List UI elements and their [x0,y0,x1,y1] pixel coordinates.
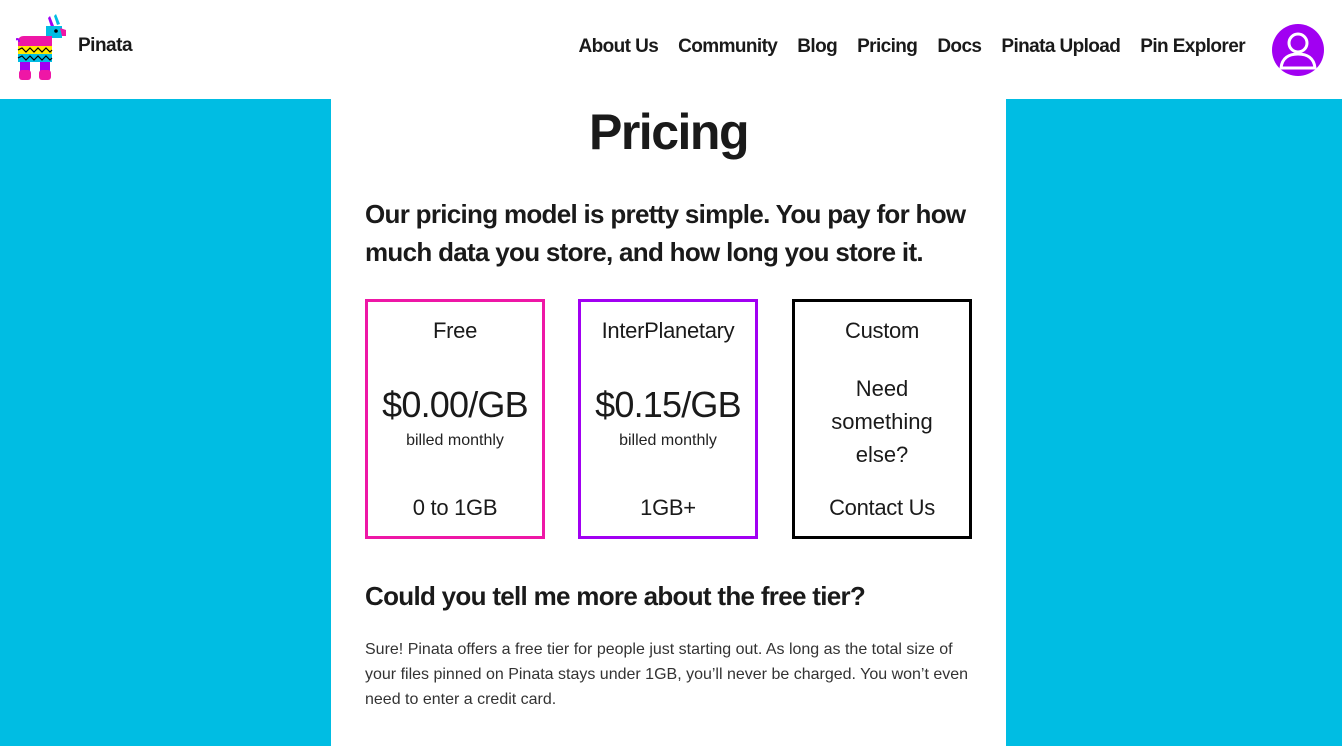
plan-price: $0.15/GB [595,384,742,425]
pricing-content: Pricing Our pricing model is pretty simp… [331,99,1006,746]
plan-card-custom: Custom Need something else? Contact Us [792,299,972,539]
pinata-llama-icon [16,14,66,80]
nav-community[interactable]: Community [678,36,778,58]
nav-docs[interactable]: Docs [937,36,982,58]
nav-pin-explorer[interactable]: Pin Explorer [1140,36,1245,58]
plan-billing: billed monthly [619,432,717,449]
nav-blog[interactable]: Blog [797,36,837,58]
plan-price: $0.00/GB [382,384,529,425]
nav-pinata-upload[interactable]: Pinata Upload [1001,36,1120,58]
pricing-intro: Our pricing model is pretty simple. You … [365,199,966,267]
faq-heading: Could you tell me more about the free ti… [365,581,866,611]
plan-card-interplanetary: InterPlanetary $0.15/GB billed monthly 1… [578,299,758,539]
plan-name: Free [432,318,478,343]
custom-plan-question: Need something else? [831,376,933,467]
plan-name: InterPlanetary [601,318,735,343]
user-avatar-icon [1279,32,1317,70]
nav-about-us[interactable]: About Us [579,36,659,58]
nav-pricing[interactable]: Pricing [857,36,918,58]
plan-card-free: Free $0.00/GB billed monthly 0 to 1GB [365,299,545,539]
user-avatar-button[interactable] [1272,24,1324,76]
plan-billing: billed monthly [406,432,504,449]
faq-body: Sure! Pinata offers a free tier for peop… [365,641,969,708]
main-nav: About Us Community Blog Pricing Docs Pin… [559,36,1246,58]
page-title: Pricing [589,104,749,160]
site-header: Pinata About Us Community Blog Pricing D… [0,0,1342,99]
plan-name: Custom [845,318,919,343]
contact-us-link[interactable]: Contact Us [795,495,969,521]
plan-range: 0 to 1GB [412,495,498,520]
brand-logo-link[interactable]: Pinata [16,12,133,84]
plan-range: 1GB+ [640,495,696,520]
brand-name: Pinata [78,35,133,56]
